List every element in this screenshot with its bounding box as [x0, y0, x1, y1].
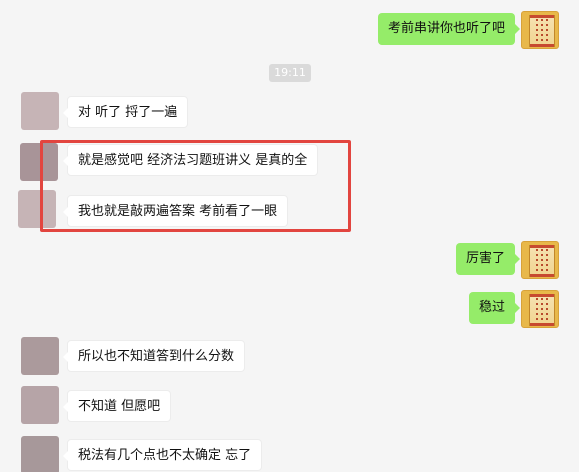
self-avatar[interactable]: [521, 11, 559, 49]
chat-area[interactable]: 考前串讲你也听了吧 19:11 对 听了 捋了一遍 就是感觉吧 经济法习题班讲义…: [0, 0, 579, 472]
message-bubble-other[interactable]: 税法有几个点也不太确定 忘了: [62, 439, 263, 471]
message-bubble-other[interactable]: 不知道 但愿吧: [62, 390, 172, 422]
contact-avatar[interactable]: [21, 386, 59, 424]
contact-avatar[interactable]: [21, 436, 59, 472]
timestamp-divider: 19:11: [269, 64, 311, 82]
highlight-box: [40, 140, 351, 232]
message-bubble-self[interactable]: 厉害了: [455, 243, 521, 275]
scroll-icon: [529, 294, 555, 326]
self-avatar[interactable]: [521, 241, 559, 279]
scroll-icon: [529, 245, 555, 277]
self-avatar[interactable]: [521, 290, 559, 328]
message-bubble-self[interactable]: 考前串讲你也听了吧: [377, 13, 521, 45]
scroll-icon: [529, 15, 555, 47]
message-bubble-other[interactable]: 对 听了 捋了一遍: [62, 96, 189, 128]
contact-avatar[interactable]: [21, 337, 59, 375]
message-bubble-other[interactable]: 所以也不知道答到什么分数: [62, 340, 246, 372]
message-bubble-self[interactable]: 稳过: [468, 292, 521, 324]
contact-avatar[interactable]: [21, 92, 59, 130]
